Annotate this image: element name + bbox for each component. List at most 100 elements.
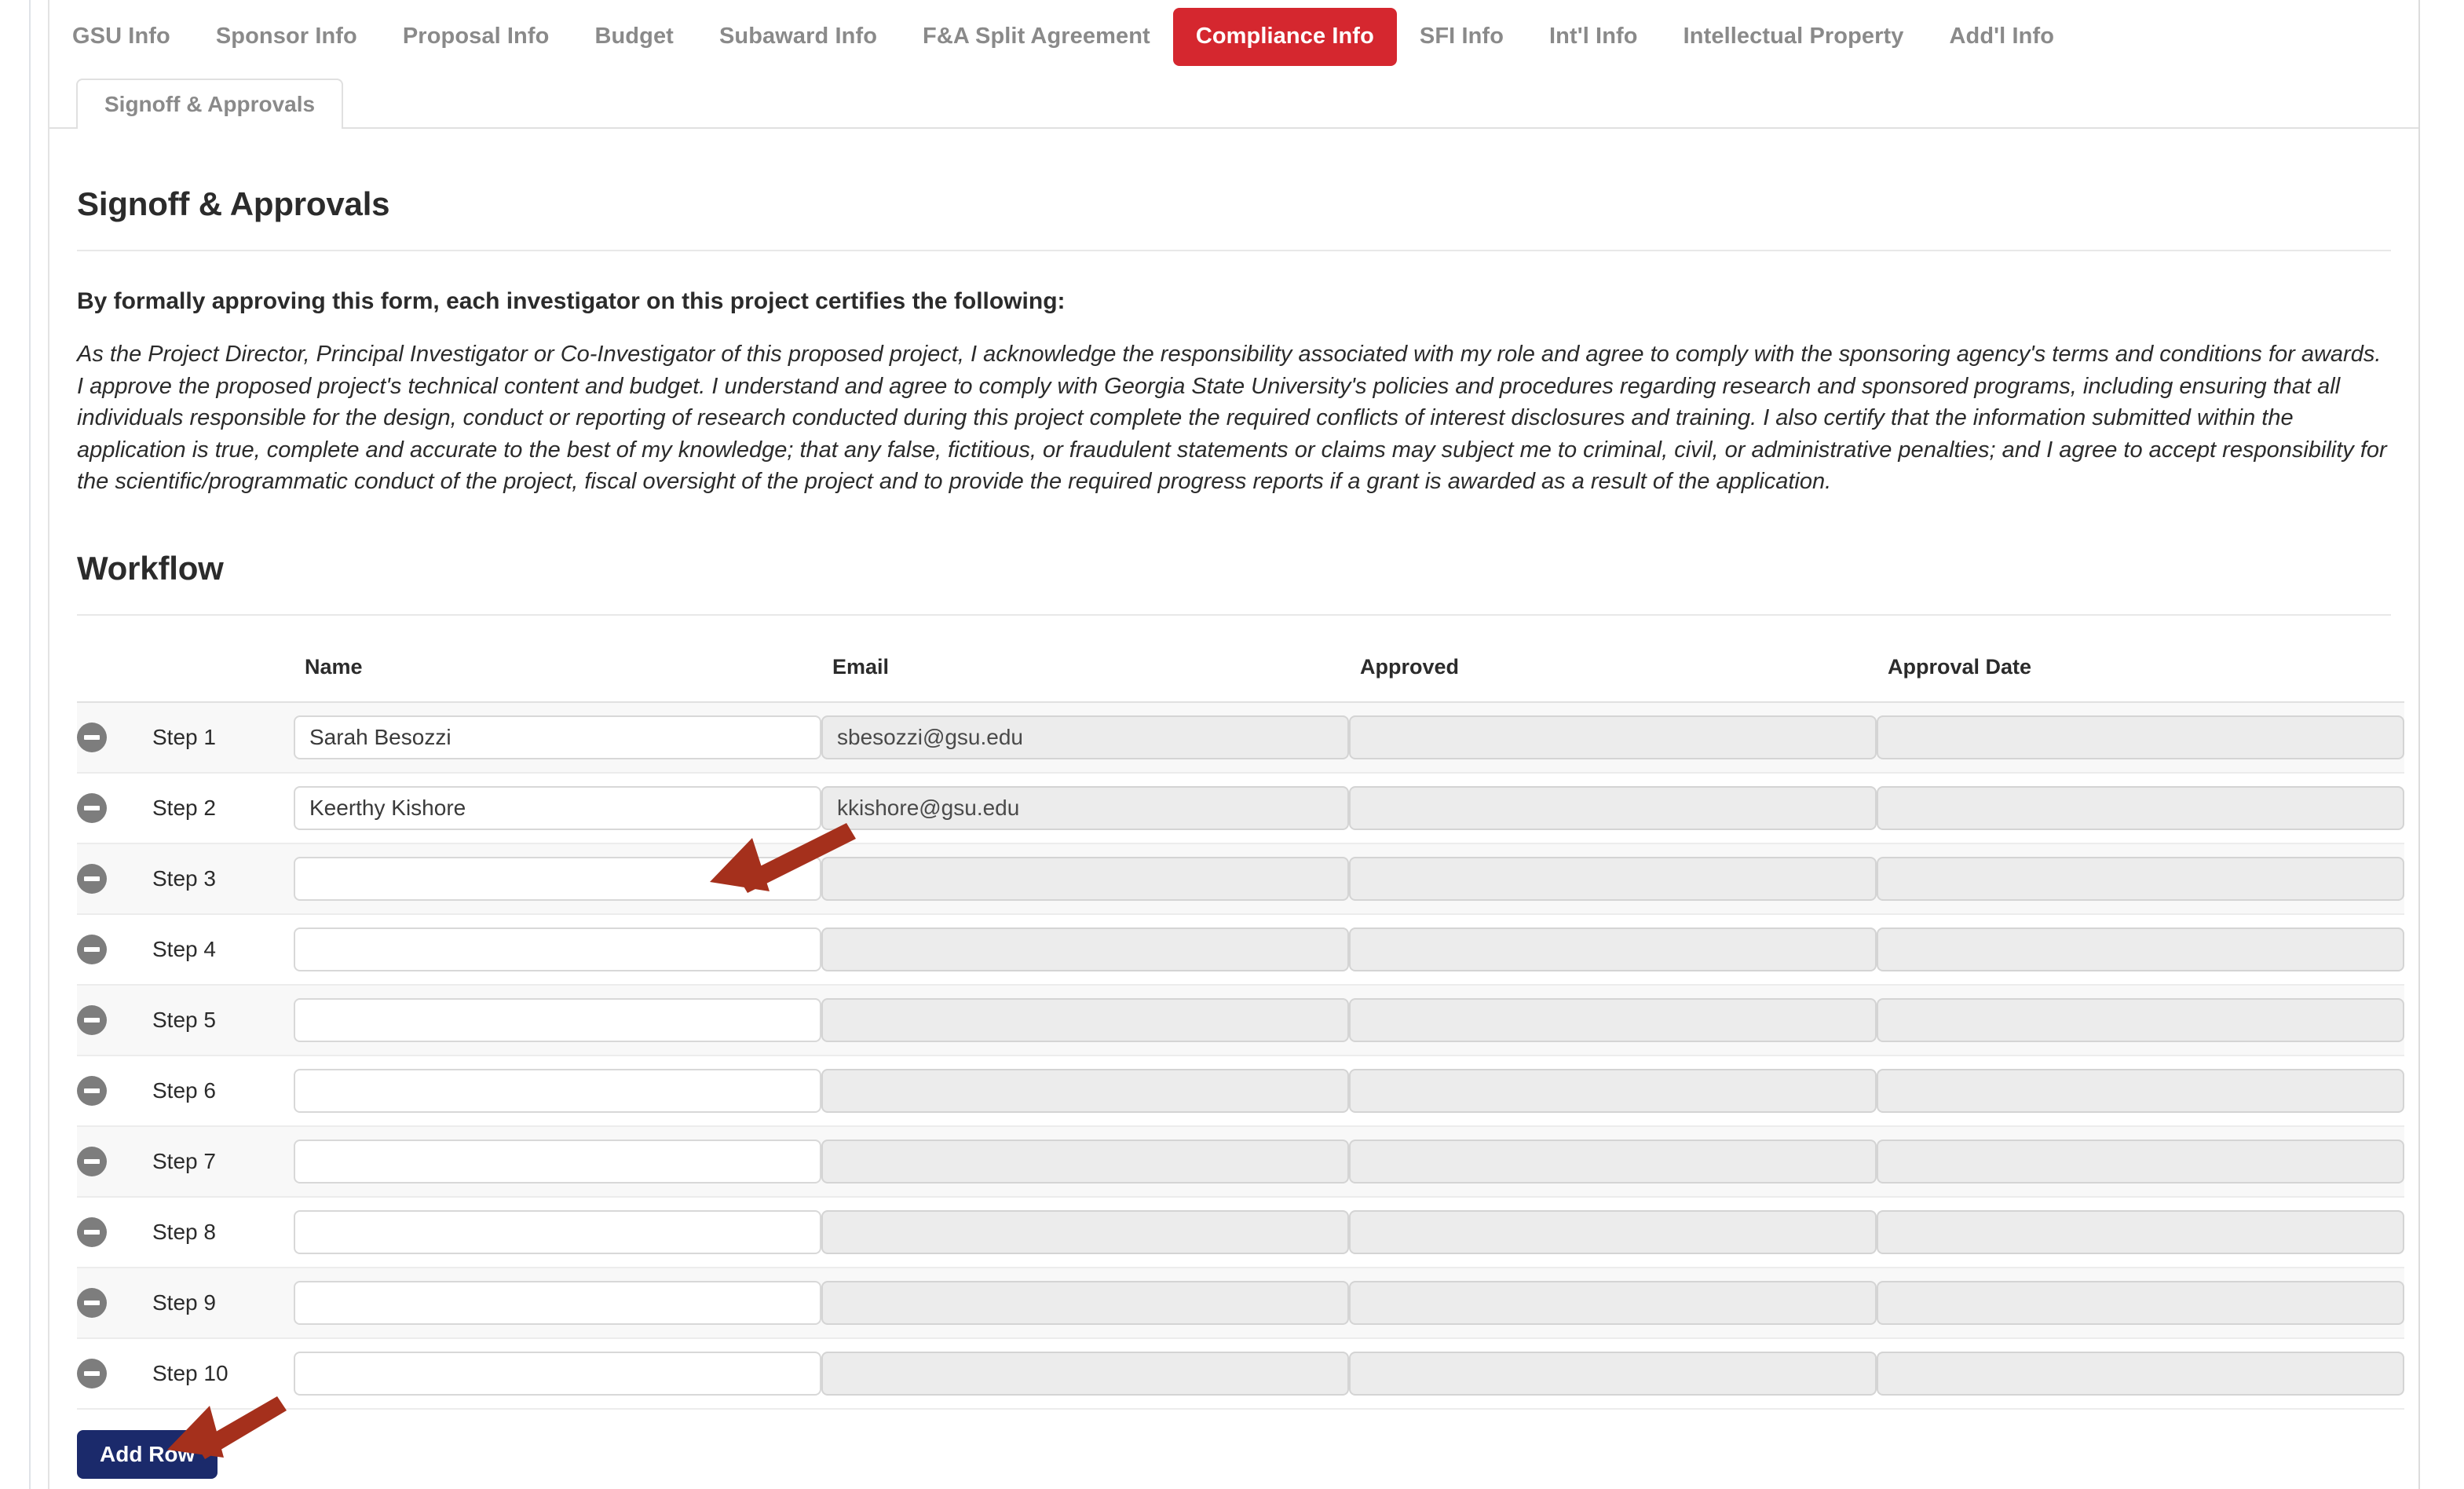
window-left-rail-outer — [29, 0, 31, 1489]
secondary-tab-bar: Signoff & Approvals — [49, 79, 2418, 129]
name-input[interactable] — [294, 1209, 821, 1254]
table-row: Step 1 — [77, 701, 2404, 774]
table-row: Step 3 — [77, 843, 2404, 915]
name-input[interactable] — [294, 927, 821, 971]
approved-input — [1349, 785, 1877, 830]
approval-date-cell — [1877, 1337, 2404, 1410]
tab-subaward-info[interactable]: Subaward Info — [696, 8, 900, 66]
step-label: Step 5 — [152, 984, 294, 1056]
remove-row-cell — [77, 1196, 152, 1268]
step-label: Step 2 — [152, 772, 294, 844]
remove-row-cell — [77, 701, 152, 774]
approval-date-cell — [1877, 701, 2404, 774]
tab-budget[interactable]: Budget — [572, 8, 696, 66]
approved-cell — [1349, 1337, 1877, 1410]
minus-circle-icon[interactable] — [77, 1075, 107, 1106]
step-label: Step 9 — [152, 1267, 294, 1339]
remove-row-cell — [77, 1267, 152, 1339]
approved-cell — [1349, 1125, 1877, 1198]
table-row: Step 7 — [77, 1125, 2404, 1198]
approved-cell — [1349, 843, 1877, 915]
approval-date-cell — [1877, 913, 2404, 986]
name-input[interactable] — [294, 1280, 821, 1325]
email-cell — [821, 1125, 1349, 1198]
name-input[interactable] — [294, 1068, 821, 1113]
approved-input — [1349, 1280, 1877, 1325]
workflow-divider — [77, 613, 2391, 616]
approved-input — [1349, 715, 1877, 759]
approval-date-input — [1877, 856, 2404, 901]
tab-int-l-info[interactable]: Int'l Info — [1526, 8, 1661, 66]
approved-cell — [1349, 701, 1877, 774]
minus-circle-icon[interactable] — [77, 722, 107, 752]
minus-circle-icon[interactable] — [77, 1146, 107, 1176]
step-label: Step 8 — [152, 1196, 294, 1268]
name-input[interactable] — [294, 785, 821, 830]
tab-proposal-info[interactable]: Proposal Info — [380, 8, 572, 66]
email-cell — [821, 1196, 1349, 1268]
remove-row-cell — [77, 1337, 152, 1410]
col-header-email: Email — [821, 642, 1349, 703]
minus-circle-icon[interactable] — [77, 1287, 107, 1318]
certification-body: As the Project Director, Principal Inves… — [77, 342, 2387, 495]
email-input — [821, 856, 1349, 901]
approval-date-cell — [1877, 772, 2404, 844]
col-header-approval-date: Approval Date — [1877, 642, 2404, 703]
certification-heading: By formally approving this form, each in… — [77, 288, 1066, 314]
page-content: Signoff & Approvals By formally approvin… — [49, 129, 2418, 1479]
minus-circle-icon[interactable] — [77, 792, 107, 823]
workflow-table-head: Name Email Approved Approval Date — [77, 642, 2404, 703]
approved-cell — [1349, 1055, 1877, 1127]
approved-input — [1349, 856, 1877, 901]
minus-circle-icon[interactable] — [77, 1358, 107, 1388]
name-cell — [294, 701, 821, 774]
approval-date-input — [1877, 927, 2404, 971]
col-header-name: Name — [294, 642, 821, 703]
remove-row-cell — [77, 843, 152, 915]
approval-date-input — [1877, 785, 2404, 830]
workflow-table-wrapper: Name Email Approved Approval Date Step 1… — [77, 642, 2404, 1410]
email-input — [821, 1209, 1349, 1254]
email-input — [821, 1139, 1349, 1184]
approved-input — [1349, 1068, 1877, 1113]
name-input[interactable] — [294, 856, 821, 901]
approved-input — [1349, 927, 1877, 971]
tab-f-a-split-agreement[interactable]: F&A Split Agreement — [900, 8, 1173, 66]
minus-circle-icon[interactable] — [77, 1004, 107, 1035]
tab-gsu-info[interactable]: GSU Info — [49, 8, 193, 66]
minus-circle-icon[interactable] — [77, 1216, 107, 1247]
approved-input — [1349, 1139, 1877, 1184]
title-divider — [77, 250, 2391, 251]
tab-sponsor-info[interactable]: Sponsor Info — [193, 8, 380, 66]
approval-date-input — [1877, 1280, 2404, 1325]
tab-intellectual-property[interactable]: Intellectual Property — [1661, 8, 1927, 66]
approved-cell — [1349, 772, 1877, 844]
email-cell — [821, 1337, 1349, 1410]
table-row: Step 9 — [77, 1267, 2404, 1339]
minus-circle-icon[interactable] — [77, 863, 107, 894]
table-header-row: Name Email Approved Approval Date — [77, 642, 2404, 703]
approval-date-cell — [1877, 1125, 2404, 1198]
step-label: Step 7 — [152, 1125, 294, 1198]
tab-signoff-approvals[interactable]: Signoff & Approvals — [76, 79, 344, 129]
email-input — [821, 715, 1349, 759]
remove-row-cell — [77, 984, 152, 1056]
name-input[interactable] — [294, 997, 821, 1042]
name-cell — [294, 913, 821, 986]
name-input[interactable] — [294, 1351, 821, 1396]
tab-compliance-info[interactable]: Compliance Info — [1172, 8, 1397, 66]
name-cell — [294, 1055, 821, 1127]
minus-circle-icon[interactable] — [77, 934, 107, 964]
name-cell — [294, 772, 821, 844]
step-label: Step 6 — [152, 1055, 294, 1127]
name-input[interactable] — [294, 1139, 821, 1184]
add-row-button[interactable]: Add Row — [77, 1429, 218, 1479]
email-input — [821, 927, 1349, 971]
email-cell — [821, 1267, 1349, 1339]
step-label: Step 4 — [152, 913, 294, 986]
step-label: Step 10 — [152, 1337, 294, 1410]
name-input[interactable] — [294, 715, 821, 759]
tab-add-l-info[interactable]: Add'l Info — [1927, 8, 2078, 66]
approved-cell — [1349, 1267, 1877, 1339]
tab-sfi-info[interactable]: SFI Info — [1397, 8, 1526, 66]
